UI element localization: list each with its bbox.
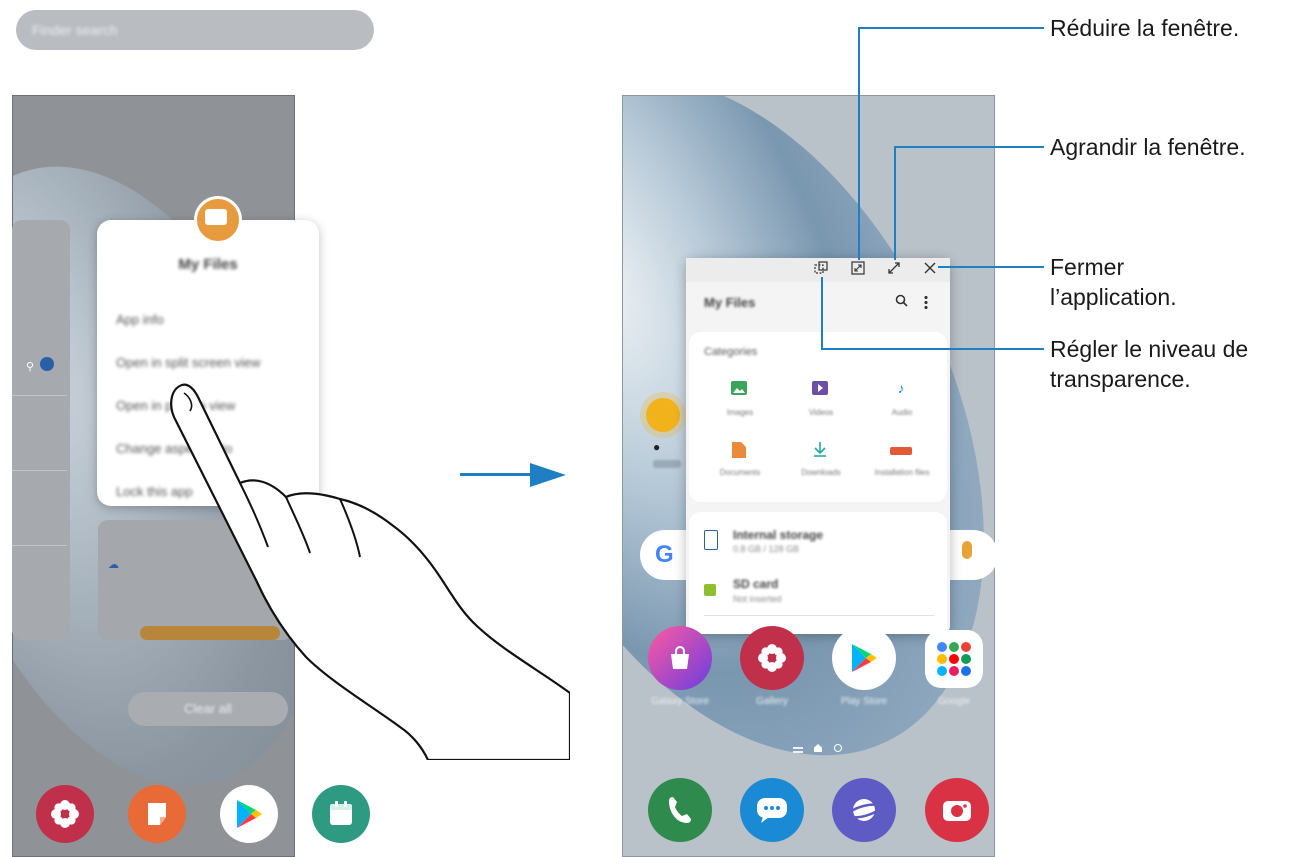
storage-sd-title[interactable]: SD card [733,577,778,591]
callout-close-line-1: Fermer [1050,254,1125,280]
close-icon[interactable] [922,261,938,277]
location-pin-icon: ● [653,440,661,454]
weather-sun-icon [646,398,680,432]
app-label-gallery: Gallery [756,696,788,707]
transparency-icon[interactable] [813,261,829,277]
play-store-icon[interactable] [220,785,278,843]
leader-minimize-horizontal [858,27,1044,29]
page-indicator-dot [834,744,842,752]
storage-sd-sub: Not inserted [733,594,782,604]
divider [704,615,934,616]
callout-close-line-2: l’application. [1050,284,1177,310]
callout-maximize-window: Agrandir la fenêtre. [1050,134,1246,160]
category-label-documents: Documents [719,468,761,477]
leader-transparency-vertical [821,277,823,350]
leader-close-horizontal [938,266,1044,268]
divider [12,395,67,396]
microphone-icon[interactable] [962,541,972,559]
menu-item-split-screen[interactable]: Open in split screen view [116,355,261,370]
category-label-downloads: Downloads [801,468,841,477]
page-indicator-menu [793,747,803,749]
finder-search-placeholder: Finder search [32,22,118,38]
categories-title: Categories [704,346,758,358]
storage-internal-sub: 0.8 GB / 128 GB [733,544,800,554]
category-label-audio: Audio [891,408,913,417]
minimize-icon[interactable] [850,261,866,277]
apk-icon[interactable] [888,444,914,460]
app-label-galaxy-store: Galaxy Store [651,696,709,707]
divider [12,470,67,471]
account-icon [40,357,54,371]
cloud-icon: ☁ [108,559,119,571]
gallery-icon[interactable] [740,626,804,690]
phone-storage-icon [704,530,718,550]
phone-icon[interactable] [648,778,712,842]
galaxy-store-icon[interactable] [648,626,712,690]
google-g-icon: G [655,541,674,568]
leader-maximize-vertical [894,146,896,260]
search-icon[interactable] [895,294,908,310]
sd-card-icon [704,584,716,596]
callout-transparency-line-2: transparence. [1050,366,1191,392]
clear-all-label: Clear all [184,701,232,716]
recent-app-card-left[interactable] [12,220,70,640]
camera-icon[interactable] [925,778,989,842]
search-icon: ⚲ [26,361,35,373]
more-options-icon[interactable] [364,118,368,136]
divider [12,545,67,546]
leader-transparency-horizontal [821,348,1044,350]
messages-icon[interactable] [740,778,804,842]
folder-icon [205,209,227,225]
leader-minimize-vertical [858,27,860,260]
leader-maximize-horizontal [894,146,1044,148]
category-label-images: Images [726,408,754,417]
callout-minimize-window: Réduire la fenêtre. [1050,15,1240,41]
category-label-installation-files: Installation files [874,468,930,477]
app-label-play-store: Play Store [840,696,888,707]
google-folder-icon[interactable] [925,630,983,688]
maximize-icon[interactable] [886,261,902,277]
more-options-icon[interactable] [924,295,928,310]
transition-arrow-head [530,463,566,487]
app-label-google: Google [937,696,971,707]
menu-item-app-info[interactable]: App info [116,312,164,327]
video-icon[interactable] [812,381,828,397]
pop-up-window-title: My Files [704,295,756,310]
callout-transparency-line-1: Régler le niveau de [1050,336,1249,362]
download-icon[interactable] [812,441,828,457]
document-icon[interactable] [731,442,747,458]
transition-arrow-line [460,473,536,476]
app-menu-title: My Files [178,256,238,273]
weather-update-text [653,460,681,468]
gallery-icon[interactable] [36,785,94,843]
internet-browser-icon[interactable] [832,778,896,842]
samsung-notes-icon[interactable] [128,785,186,843]
category-label-videos: Videos [808,408,834,417]
calendar-icon[interactable] [312,785,370,843]
play-store-icon[interactable] [832,626,896,690]
image-icon[interactable] [731,381,747,397]
audio-icon[interactable]: ♪ [893,380,909,396]
storage-internal-title[interactable]: Internal storage [733,528,823,542]
